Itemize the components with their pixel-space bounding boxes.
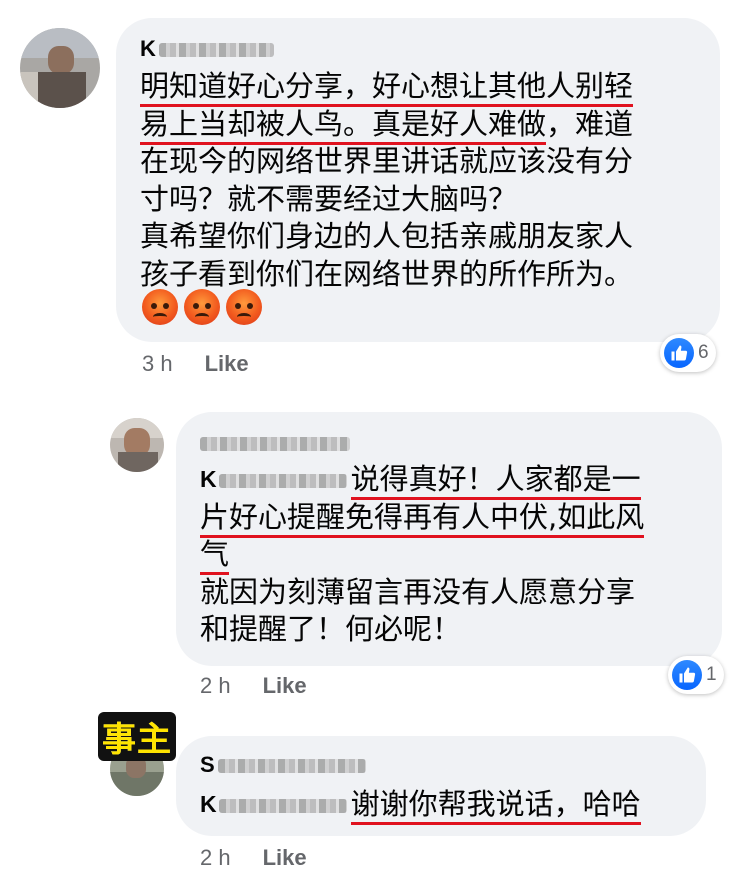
comment-text: K 说得真好！人家都是一 片好心提醒免得再有人中伏,如此风 气 就因为刻薄留言再没…: [200, 461, 645, 649]
thumbs-up-icon: [672, 660, 702, 690]
comment-meta: 2 h Like: [200, 673, 307, 699]
angry-face-icon: [142, 289, 178, 325]
mention-initial: K: [200, 466, 217, 492]
avatar[interactable]: [110, 418, 164, 472]
timestamp[interactable]: 2 h: [200, 673, 231, 698]
blurred-name: [218, 798, 347, 813]
avatar[interactable]: [20, 28, 100, 108]
timestamp[interactable]: 2 h: [200, 845, 231, 870]
blurred-name: [158, 43, 274, 58]
comment-meta: 3 h Like: [142, 351, 249, 377]
commenter-name[interactable]: S: [200, 752, 366, 778]
comment-text-segment: ，难道: [546, 106, 634, 141]
commenter-name-initial: K: [140, 36, 156, 61]
thumbs-up-icon: [664, 338, 694, 368]
mention-tag[interactable]: K: [200, 461, 351, 499]
underlined-text: 说得真好！人家都是一: [350, 462, 641, 500]
comment-text: K 谢谢你帮我说话，哈哈: [200, 786, 641, 825]
blurred-name: [217, 759, 366, 774]
like-button[interactable]: Like: [263, 845, 307, 870]
underlined-text: 气: [200, 537, 230, 575]
comment-line: 寸吗？就不需要经过大脑吗？: [140, 181, 518, 216]
blurred-name: [218, 473, 347, 488]
comment-line: 孩子看到你们在网络世界的所作所为。: [140, 256, 634, 291]
like-button[interactable]: Like: [205, 351, 249, 376]
sticker-text: 事主: [102, 720, 172, 760]
mention-tag[interactable]: K: [200, 786, 351, 824]
mention-initial: K: [200, 791, 217, 817]
reaction-badge[interactable]: 1: [668, 656, 724, 694]
comment-line: 和提醒了！何必呢！: [200, 612, 462, 646]
reaction-count: 6: [698, 342, 709, 363]
reaction-badge[interactable]: 6: [660, 334, 716, 372]
underlined-text: 片好心提醒免得再有人中伏,如此风: [200, 499, 645, 538]
comment-text: 明知道好心分享，好心想让其他人别轻 易上当却被人鸟。真是好人难做，难道 在现今的…: [140, 68, 633, 293]
underlined-text: 明知道好心分享，好心想让其他人别轻: [140, 69, 634, 107]
comment-line: 在现今的网络世界里讲话就应该没有分: [140, 144, 634, 178]
like-button[interactable]: Like: [263, 673, 307, 698]
commenter-name[interactable]: K: [140, 36, 274, 62]
comment-meta: 2 h Like: [200, 845, 307, 871]
comment-line: 真希望你们身边的人包括亲戚朋友家人: [140, 219, 634, 253]
underlined-text: 谢谢你帮我说话，哈哈: [350, 787, 641, 825]
comment-line: 就因为刻薄留言再没有人愿意分享: [200, 574, 636, 609]
angry-face-icon: [184, 289, 221, 325]
commenter-name-blurred[interactable]: [200, 430, 350, 456]
reaction-count: 1: [706, 664, 717, 685]
commenter-name-initial: S: [200, 752, 215, 777]
angry-face-icon: [226, 289, 263, 325]
timestamp[interactable]: 3 h: [142, 351, 173, 376]
blurred-name: [200, 437, 350, 452]
underlined-text: 易上当却被人鸟。真是好人难做: [140, 106, 547, 145]
emoji-row: [142, 289, 263, 325]
owner-sticker-label: 事主: [98, 712, 176, 761]
